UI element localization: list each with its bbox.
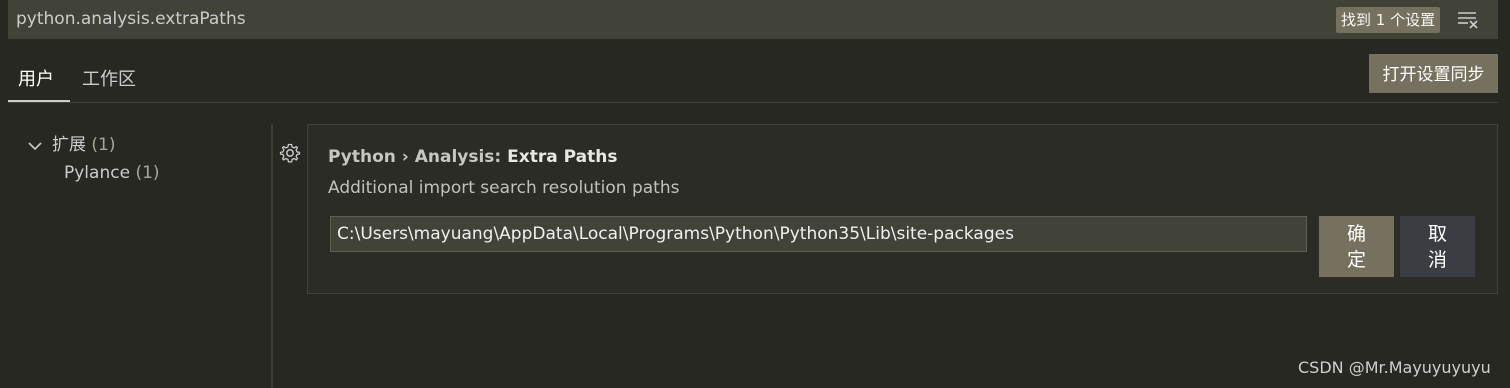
settings-search-bar[interactable]: python.analysis.extraPaths 找到 1 个设置 xyxy=(8,0,1498,39)
setting-item-extra-paths: Python › Analysis: Extra Paths Additiona… xyxy=(307,124,1498,294)
toc-item-extensions-label: 扩展 xyxy=(52,135,86,155)
chevron-down-icon xyxy=(26,138,44,152)
cancel-button-label-line1: 取 xyxy=(1427,222,1447,245)
watermark: CSDN @Mr.Mayuyuyuyu xyxy=(1298,358,1491,377)
gear-icon[interactable] xyxy=(279,142,301,164)
setting-title: Python › Analysis: Extra Paths xyxy=(328,147,617,167)
ok-button[interactable]: 确 定 xyxy=(1319,216,1394,277)
tabs-divider xyxy=(8,102,1498,103)
clear-filter-icon[interactable] xyxy=(1456,9,1480,31)
setting-name: Extra Paths xyxy=(507,147,618,167)
search-query-text[interactable]: python.analysis.extraPaths xyxy=(16,9,246,29)
toc-item-extensions[interactable]: 扩展 (1) xyxy=(26,130,116,155)
tab-user[interactable]: 用户 xyxy=(18,65,54,91)
setting-category: Python › Analysis: xyxy=(328,147,508,167)
results-count-badge: 找到 1 个设置 xyxy=(1336,7,1441,33)
toc-item-pylance-label: Pylance xyxy=(64,163,131,183)
ok-button-label-line1: 确 xyxy=(1346,222,1366,245)
toc-item-pylance-count: (1) xyxy=(135,163,160,183)
ok-button-label-line2: 定 xyxy=(1346,248,1366,271)
setting-description: Additional import search resolution path… xyxy=(328,178,680,198)
turn-on-settings-sync-button[interactable]: 打开设置同步 xyxy=(1369,54,1498,93)
extra-path-input[interactable] xyxy=(330,216,1307,252)
toc-item-pylance[interactable]: Pylance (1) xyxy=(64,163,160,183)
tab-workspace[interactable]: 工作区 xyxy=(82,65,136,91)
toc-item-extensions-count: (1) xyxy=(91,135,116,155)
cancel-button[interactable]: 取 消 xyxy=(1400,216,1475,277)
cancel-button-label-line2: 消 xyxy=(1427,248,1447,271)
toc-divider xyxy=(271,124,273,388)
